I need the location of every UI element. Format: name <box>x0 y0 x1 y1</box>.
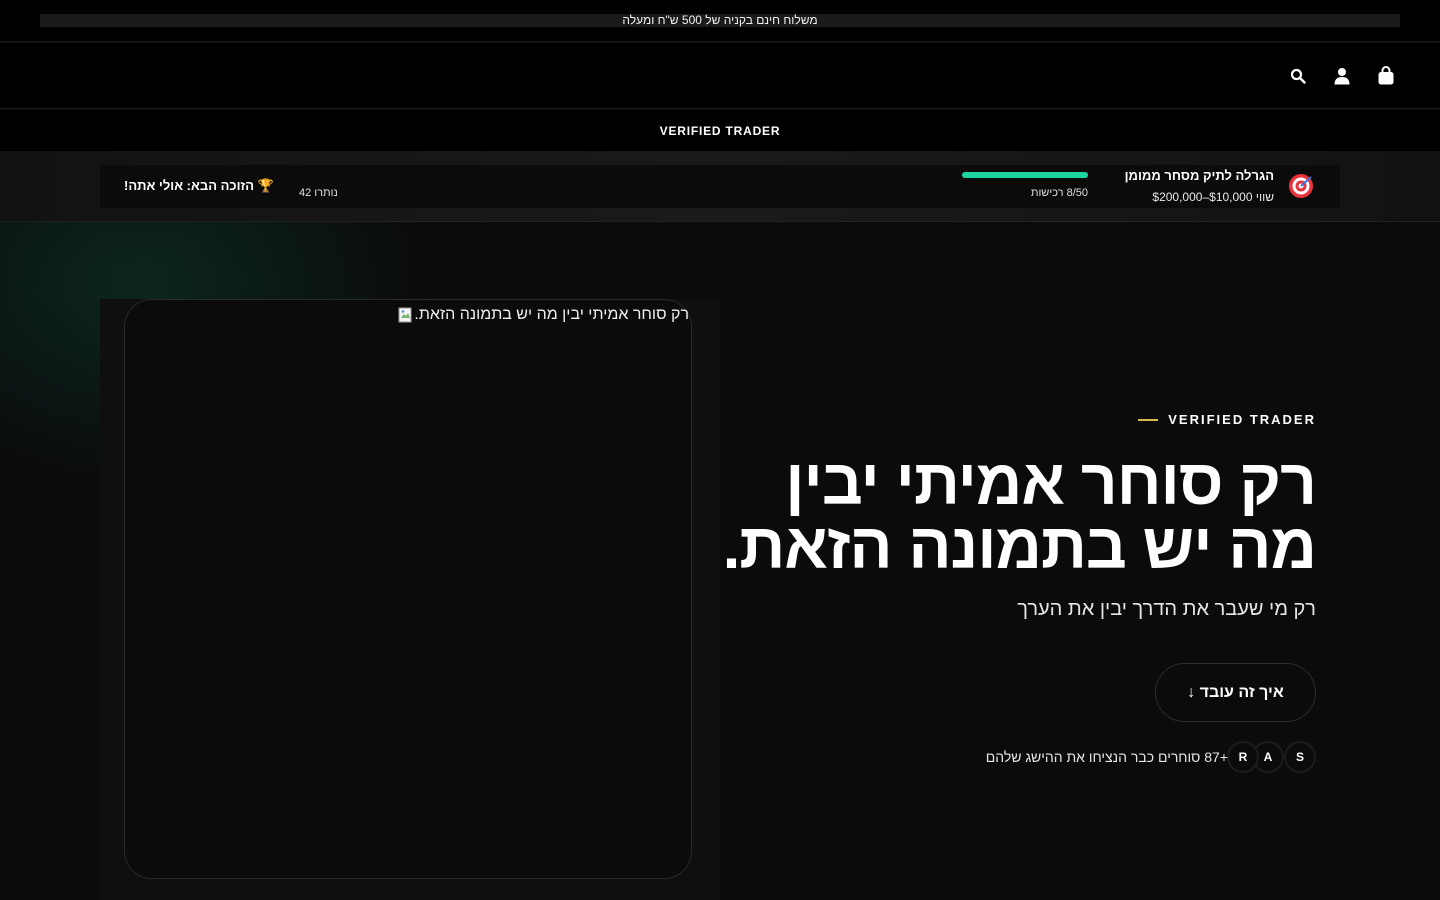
giveaway-next-winner: 🏆 הזוכה הבא: אולי אתה! <box>124 178 274 193</box>
giveaway-title: הגרלה לתיק מסחר ממומן <box>1124 168 1274 183</box>
giveaway-progress-count: 8/50 רכישות <box>1030 187 1088 199</box>
how-it-works-button[interactable]: איך זה עובד ↓ <box>1155 663 1316 722</box>
header-icons <box>1286 43 1398 109</box>
giveaway-remaining: נותרו 42 <box>299 187 338 199</box>
avatar-stack: S A R <box>1227 741 1316 773</box>
giveaway-banner: הגרלה לתיק מסחר ממומן שווי $10,000–$200,… <box>0 151 1440 222</box>
user-icon[interactable] <box>1330 64 1354 88</box>
announcement-marquee: משלוח חינם בקניה של 500 ש"ח ומעלה <box>40 14 1400 27</box>
target-icon <box>1287 172 1315 200</box>
main-nav: VERIFIED TRADER <box>0 110 1440 151</box>
search-icon[interactable] <box>1286 64 1310 88</box>
nav-link-verified-trader[interactable]: VERIFIED TRADER <box>660 124 781 138</box>
announcement-bar: משלוח חינם בקניה של 500 ש"ח ומעלה <box>0 0 1440 42</box>
giveaway-progress-fill <box>962 172 1088 178</box>
avatar: S <box>1284 741 1316 773</box>
site-header <box>0 43 1440 109</box>
hero-image-alt: רק סוחר אמיתי יבין מה יש בתמונה הזאת. <box>398 306 689 324</box>
shopping-bag-icon[interactable] <box>1374 64 1398 88</box>
hero-image: רק סוחר אמיתי יבין מה יש בתמונה הזאת. <box>124 299 692 879</box>
hero-title-line-1: רק סוחר אמיתי יבין <box>785 446 1317 518</box>
avatar: R <box>1227 741 1259 773</box>
eyebrow-text: VERIFIED TRADER <box>1168 412 1316 427</box>
announcement-text: משלוח חינם בקניה של 500 ש"ח ומעלה <box>622 13 818 27</box>
hero-image-alt-text: רק סוחר אמיתי יבין מה יש בתמונה הזאת. <box>414 306 689 323</box>
hero-title: רק סוחר אמיתי יבין מה יש בתמונה הזאת. <box>716 446 1317 582</box>
giveaway-box: הגרלה לתיק מסחר ממומן שווי $10,000–$200,… <box>100 165 1340 208</box>
hero-title-line-2: מה יש בתמונה הזאת. <box>722 510 1317 582</box>
eyebrow-accent-line <box>1138 418 1159 421</box>
giveaway-progress-bar <box>962 172 1088 178</box>
social-proof: S A R +87 סוחרים כבר הנציחו את ההישג שלה… <box>986 741 1316 773</box>
broken-image-icon <box>398 307 412 323</box>
social-proof-text: +87 סוחרים כבר הנציחו את ההישג שלהם <box>985 749 1228 765</box>
hero-subtitle: רק מי שעבר את הדרך יבין את הערך <box>1017 598 1316 620</box>
giveaway-value: שווי $10,000–$200,000 <box>1152 190 1274 204</box>
hero-eyebrow: VERIFIED TRADER <box>1138 412 1316 427</box>
